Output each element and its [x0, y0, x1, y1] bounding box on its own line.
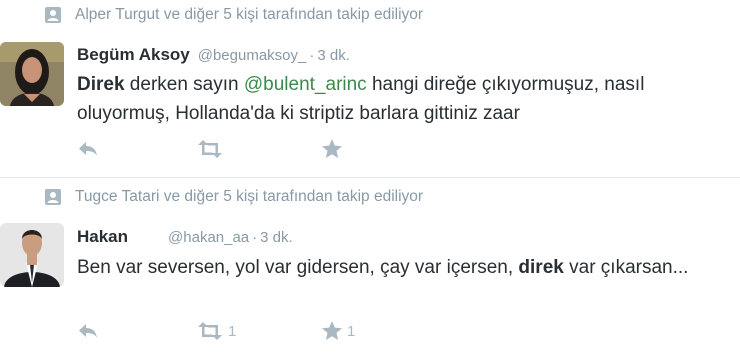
retweet-button[interactable]: 1	[196, 319, 236, 343]
username[interactable]: @hakan_aa	[168, 229, 249, 246]
reply-button[interactable]	[77, 137, 99, 161]
time-separator: ·	[309, 47, 315, 64]
tweet-header: Begüm Aksoy @begumaksoy_ · 3 dk.	[77, 45, 350, 69]
avatar[interactable]	[0, 223, 64, 287]
user-follow-icon	[44, 188, 62, 206]
retweet-count: 1	[228, 322, 237, 340]
tweet-text: Ben var seversen, yol var gidersen, çay …	[77, 253, 727, 282]
star-icon	[321, 320, 343, 342]
username[interactable]: @begumaksoy_	[198, 47, 307, 64]
favorite-button[interactable]	[321, 137, 347, 161]
hashtag-keyword: Direk	[77, 74, 125, 95]
time-separator: ·	[252, 229, 258, 246]
tweet-item[interactable]: Alper Turgut ve diğer 5 kişi tarafından …	[0, 0, 740, 177]
social-context-text: Alper Turgut ve diğer 5 kişi tarafından …	[75, 6, 424, 23]
reply-icon	[77, 139, 99, 159]
tweet-item[interactable]: Tugce Tatari ve diğer 5 kişi tarafından …	[0, 181, 740, 356]
reply-icon	[77, 321, 99, 341]
star-icon	[321, 138, 343, 160]
avatar[interactable]	[0, 42, 64, 106]
user-follow-icon	[44, 6, 62, 24]
reply-button[interactable]	[77, 319, 99, 343]
display-name[interactable]: Begüm Aksoy	[77, 45, 190, 65]
retweet-icon	[196, 321, 224, 341]
favorite-count: 1	[347, 322, 356, 340]
tweet-text-part: var çıkarsan...	[563, 257, 689, 278]
tweet-text-part: Ben var seversen, yol var gidersen, çay …	[77, 257, 519, 278]
tweet-text: Direk derken sayın @bulent_arinc hangi d…	[77, 70, 727, 128]
social-context: Tugce Tatari ve diğer 5 kişi tarafından …	[44, 187, 423, 207]
tweet-divider	[0, 177, 740, 178]
social-context: Alper Turgut ve diğer 5 kişi tarafından …	[44, 5, 423, 25]
retweet-button[interactable]	[196, 137, 228, 161]
favorite-button[interactable]: 1	[321, 319, 355, 343]
hashtag-keyword: direk	[518, 257, 564, 278]
timestamp[interactable]: 3 dk.	[317, 47, 350, 64]
social-context-text: Tugce Tatari ve diğer 5 kişi tarafından …	[75, 188, 424, 205]
tweet-text-part: derken sayın	[124, 74, 244, 95]
display-name[interactable]: Hakan	[77, 227, 128, 247]
timestamp[interactable]: 3 dk.	[260, 229, 293, 246]
tweet-header: Hakan @hakan_aa · 3 dk.	[77, 227, 293, 251]
mention-link[interactable]: @bulent_arinc	[244, 74, 367, 95]
retweet-icon	[196, 139, 224, 159]
